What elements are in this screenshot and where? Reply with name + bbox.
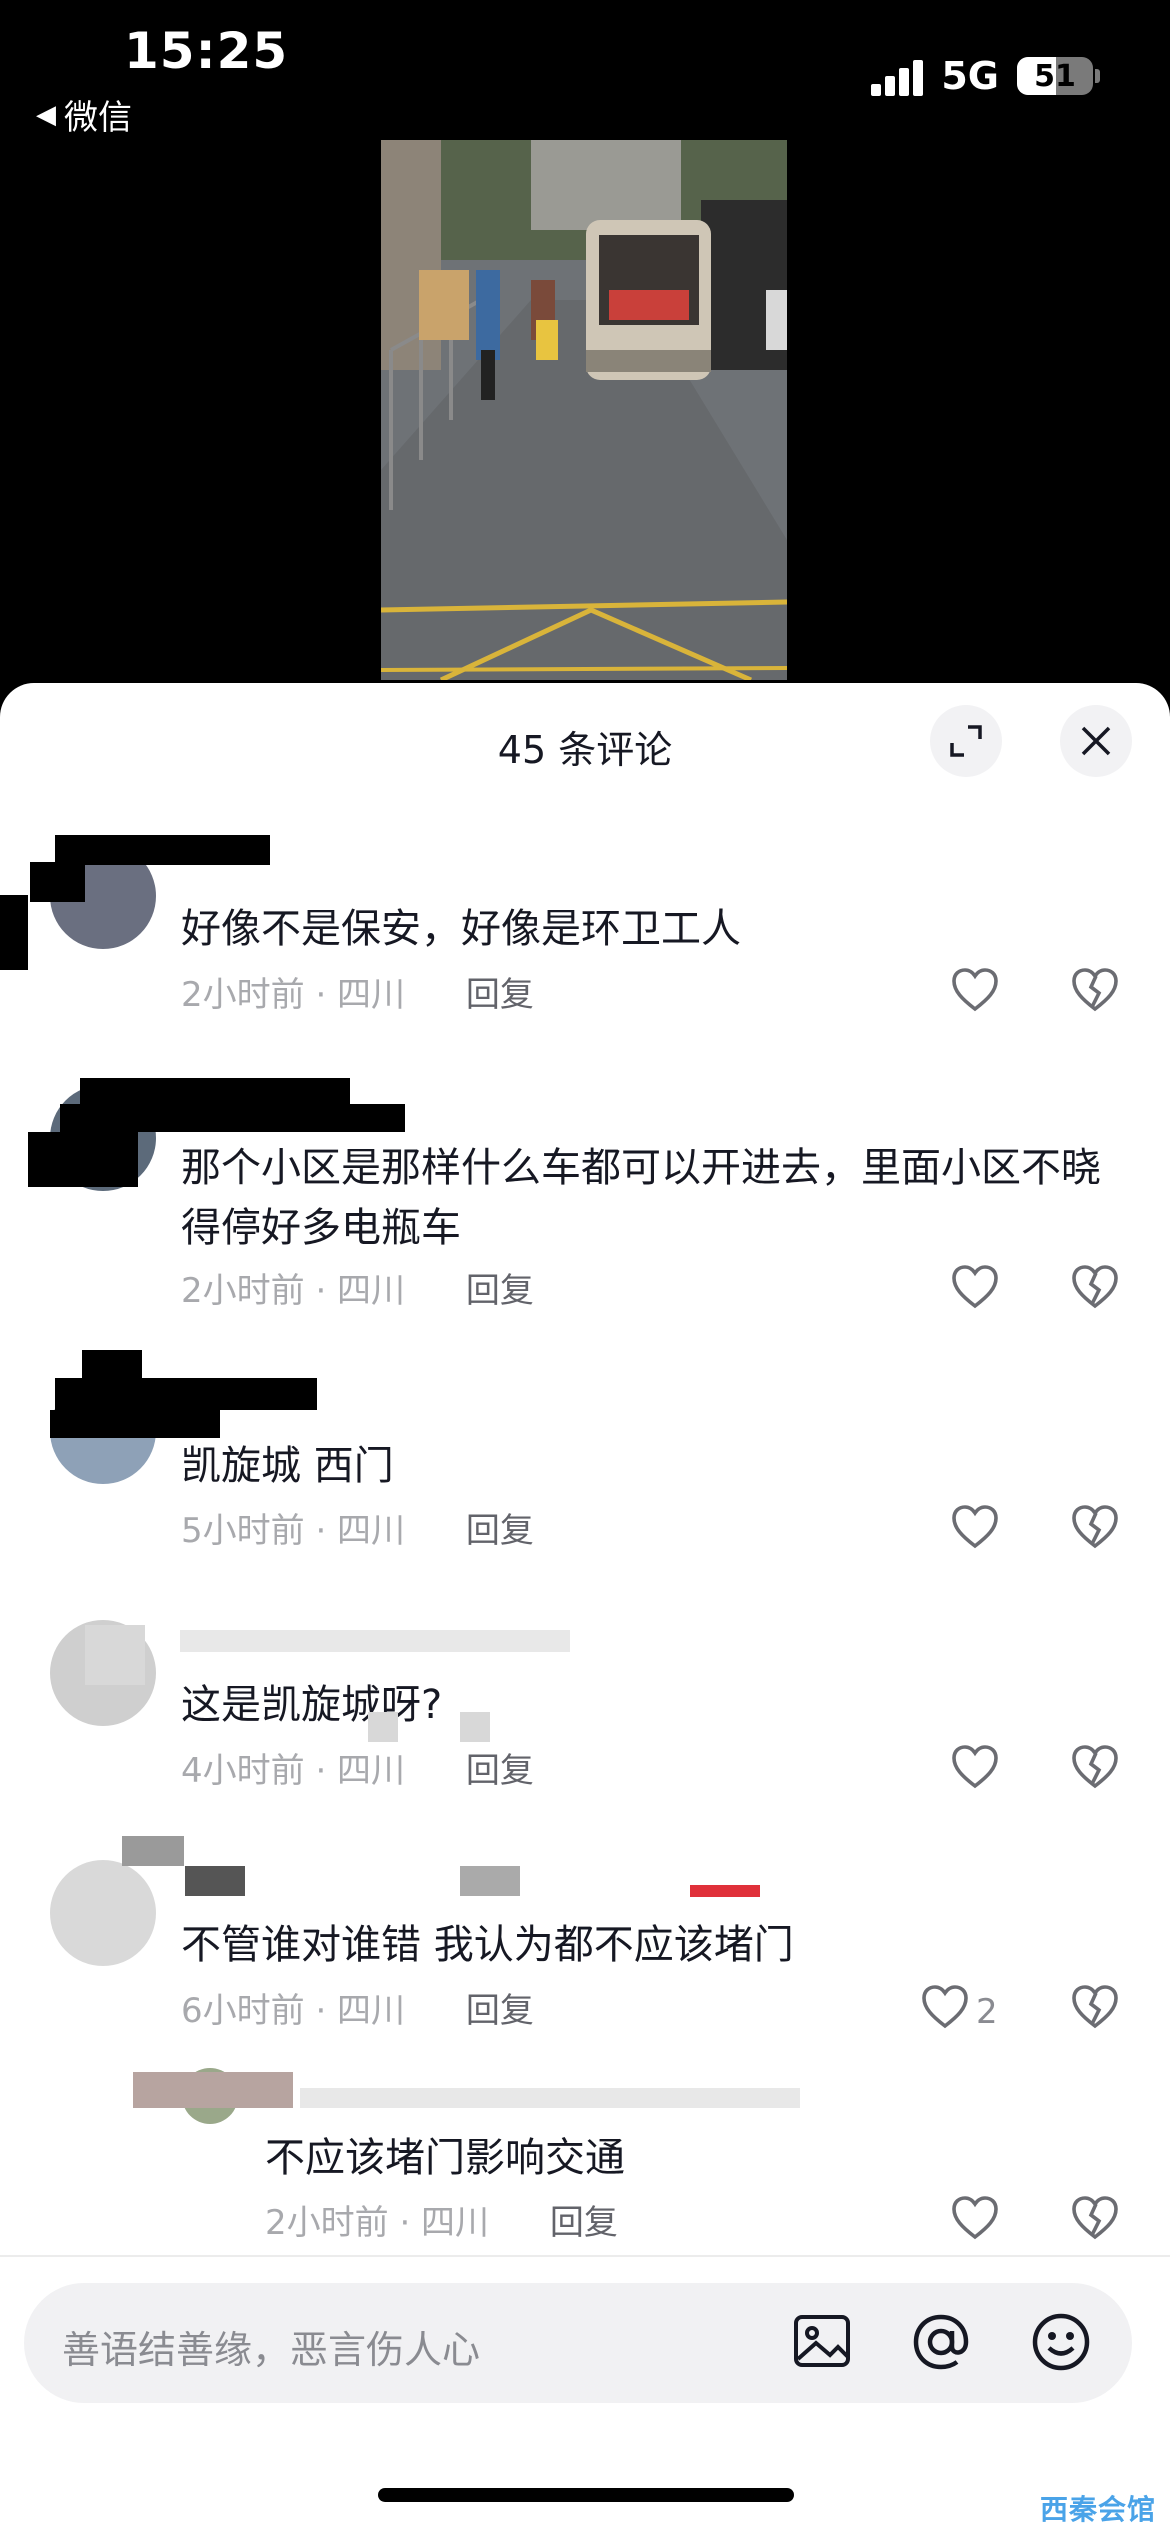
image-icon bbox=[794, 2315, 850, 2367]
like-button[interactable] bbox=[950, 1264, 1000, 1319]
comment-time-location: 5小时前 · 四川 bbox=[181, 1511, 406, 1551]
dislike-button[interactable] bbox=[1070, 967, 1120, 1017]
reply-button[interactable]: 回复 bbox=[466, 1991, 534, 2031]
image-button[interactable] bbox=[790, 2309, 854, 2377]
reply-button[interactable]: 回复 bbox=[466, 1511, 534, 1551]
heart-icon bbox=[920, 1984, 970, 2039]
broken-heart-icon bbox=[1070, 968, 1120, 1017]
comment-text: 这是凯旋城呀? bbox=[181, 1682, 443, 1728]
emoji-icon bbox=[1032, 2313, 1090, 2371]
like-button[interactable] bbox=[950, 1504, 1000, 1559]
status-indicators: 5G 51 bbox=[871, 54, 1100, 98]
comment-text: 好像不是保安，好像是环卫工人 bbox=[181, 906, 741, 952]
back-app-label: 微信 bbox=[64, 98, 132, 138]
video-frame-image bbox=[381, 140, 787, 680]
broken-heart-icon bbox=[1070, 1985, 1120, 2034]
heart-icon bbox=[950, 1504, 1000, 1559]
reply-button[interactable]: 回复 bbox=[466, 975, 534, 1015]
dislike-button[interactable] bbox=[1070, 1264, 1120, 1314]
comment-time-location: 2小时前 · 四川 bbox=[181, 975, 406, 1015]
expand-button[interactable] bbox=[930, 705, 1002, 777]
expand-icon bbox=[950, 725, 982, 757]
like-button[interactable]: 2 bbox=[920, 1984, 998, 2039]
reply-button[interactable]: 回复 bbox=[466, 1751, 534, 1791]
heart-icon bbox=[950, 2195, 1000, 2250]
reply-button[interactable]: 回复 bbox=[466, 1271, 534, 1311]
close-button[interactable] bbox=[1060, 705, 1132, 777]
comment-text: 凯旋城 西门 bbox=[181, 1443, 394, 1489]
comment-text: 不应该堵门影响交通 bbox=[265, 2135, 625, 2181]
close-icon bbox=[1081, 726, 1111, 756]
dislike-button[interactable] bbox=[1070, 2195, 1120, 2245]
status-time: 15:25 bbox=[124, 22, 289, 80]
avatar[interactable] bbox=[50, 1860, 156, 1966]
like-button[interactable] bbox=[950, 2195, 1000, 2250]
comment-time-location: 4小时前 · 四川 bbox=[181, 1751, 406, 1791]
broken-heart-icon bbox=[1070, 2196, 1120, 2245]
heart-icon bbox=[950, 1264, 1000, 1319]
like-button[interactable] bbox=[950, 967, 1000, 1022]
comment-input-placeholder: 善语结善缘，恶言伤人心 bbox=[62, 2328, 481, 2372]
comment-time-location: 6小时前 · 四川 bbox=[181, 1991, 406, 2031]
heart-icon bbox=[950, 1744, 1000, 1799]
at-icon bbox=[913, 2314, 969, 2370]
like-count: 2 bbox=[976, 1991, 998, 2032]
back-to-app-button[interactable]: ◀ 微信 bbox=[36, 90, 132, 139]
emoji-button[interactable] bbox=[1028, 2309, 1094, 2379]
comment-time-location: 2小时前 · 四川 bbox=[265, 2203, 490, 2243]
dislike-button[interactable] bbox=[1070, 1984, 1120, 2034]
network-type: 5G bbox=[941, 54, 999, 98]
battery-level: 51 bbox=[1034, 58, 1076, 94]
dislike-button[interactable] bbox=[1070, 1744, 1120, 1794]
heart-icon bbox=[950, 967, 1000, 1022]
comment-text: 不管谁对谁错 我认为都不应该堵门 bbox=[181, 1922, 794, 1968]
comment-time-location: 2小时前 · 四川 bbox=[181, 1271, 406, 1311]
signal-icon bbox=[871, 56, 924, 96]
broken-heart-icon bbox=[1070, 1745, 1120, 1794]
reply-button[interactable]: 回复 bbox=[550, 2203, 618, 2243]
watermark: 西秦会馆 bbox=[1039, 2493, 1156, 2526]
back-triangle-icon: ◀ bbox=[36, 99, 56, 130]
broken-heart-icon bbox=[1070, 1505, 1120, 1554]
comment-input[interactable]: 善语结善缘，恶言伤人心 bbox=[24, 2283, 1132, 2403]
video-player[interactable] bbox=[381, 140, 787, 680]
broken-heart-icon bbox=[1070, 1265, 1120, 1314]
mention-button[interactable] bbox=[908, 2309, 974, 2379]
like-button[interactable] bbox=[950, 1744, 1000, 1799]
comment-text: 那个小区是那样什么车都可以开进去，里面小区不晓得停好多电瓶车 bbox=[181, 1145, 1101, 1251]
home-indicator bbox=[378, 2488, 794, 2502]
dislike-button[interactable] bbox=[1070, 1504, 1120, 1554]
battery-icon: 51 bbox=[1017, 57, 1093, 95]
